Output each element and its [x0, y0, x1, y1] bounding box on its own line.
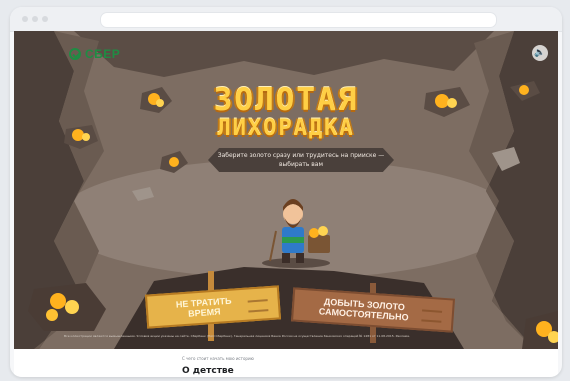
window-maximize-dot[interactable]: [42, 16, 48, 22]
browser-window: СБЕР 🔈 ЗОЛОТАЯ ЛИХОРАДКА Заберите золото…: [10, 7, 562, 377]
arrow-right-icon: [421, 309, 443, 323]
section-caption: С чего стоит начать мою историю: [182, 356, 254, 361]
choice-fast-label: НЕ ТРАТИТЬ ВРЕМЯ: [175, 295, 232, 319]
choice-mine-label: ДОБЫТЬ ЗОЛОТО САМОСТОЯТЕЛЬНО: [318, 296, 409, 323]
arrow-right-icon: [247, 299, 269, 313]
sound-icon: 🔈: [534, 48, 546, 58]
window-close-dot[interactable]: [22, 16, 28, 22]
window-minimize-dot[interactable]: [32, 16, 38, 22]
brand-name: СБЕР: [85, 47, 121, 61]
sber-logo[interactable]: СБЕР: [69, 45, 120, 63]
article-content: С чего стоит начать мою историю О детств…: [14, 349, 558, 377]
section-title: О детстве: [182, 366, 234, 376]
game-title-line1: ЗОЛОТАЯ: [213, 82, 359, 118]
game-banner: СБЕР 🔈 ЗОЛОТАЯ ЛИХОРАДКА Заберите золото…: [14, 31, 558, 349]
sound-toggle[interactable]: 🔈: [532, 45, 548, 61]
sber-logo-icon: [69, 48, 81, 60]
address-bar[interactable]: [100, 12, 497, 28]
cave-background: [14, 31, 558, 349]
game-subtitle: Заберите золото сразу или трудитесь на п…: [208, 148, 394, 172]
game-title-line2: ЛИХОРАДКА: [217, 116, 355, 141]
legal-disclaimer: Все иллюстрации являются вымышленными. У…: [64, 334, 410, 338]
browser-toolbar: [10, 7, 562, 32]
